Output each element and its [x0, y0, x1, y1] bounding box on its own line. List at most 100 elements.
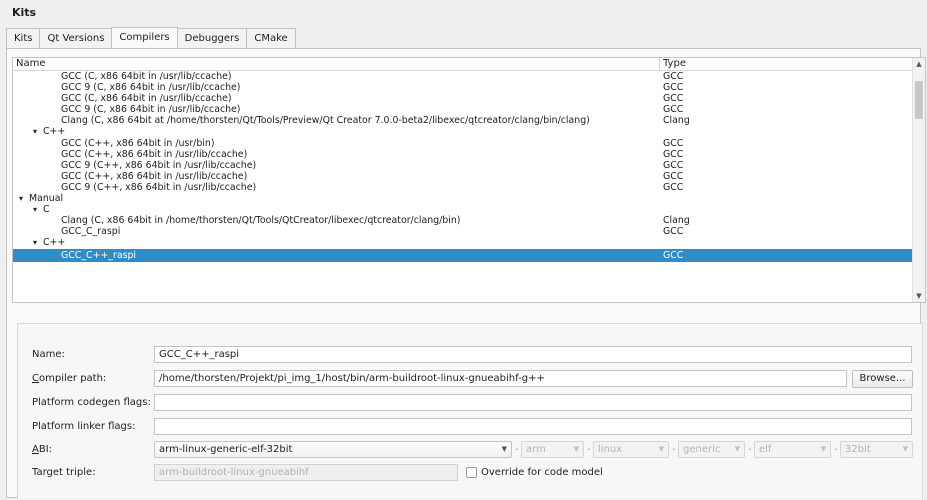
tree-row-type: GCC [663, 159, 684, 171]
tree-row-name: Manual [29, 193, 64, 205]
chevron-down-icon: ▼ [573, 445, 579, 453]
tree-row-name: GCC 9 (C++, x86 64bit in /usr/lib/ccache… [61, 181, 257, 193]
linker-flags-label: Platform linker flags: [32, 421, 136, 432]
tree-group-row[interactable]: ▾ C [13, 204, 913, 215]
tree-row-type: GCC [663, 249, 684, 261]
tree-row[interactable]: GCC (C++, x86 64bit in /usr/lib/ccache) G… [13, 149, 913, 160]
tree-row[interactable]: GCC (C++, x86 64bit in /usr/bin) GCC [13, 138, 913, 149]
tab-cmake[interactable]: CMake [246, 28, 296, 49]
abi-separator: - [587, 444, 591, 455]
tree-row[interactable]: GCC 9 (C++, x86 64bit in /usr/lib/ccache… [13, 160, 913, 171]
compiler-path-input[interactable]: /home/thorsten/Projekt/pi_img_1/host/bin… [154, 370, 847, 387]
expand-arrow-icon[interactable]: ▾ [33, 126, 37, 137]
tree-row-name: GCC_C++_raspi [61, 249, 137, 261]
tree-row[interactable]: GCC (C, x86 64bit in /usr/lib/ccache) GCC [13, 71, 913, 82]
column-separator[interactable] [659, 59, 660, 70]
expand-arrow-icon[interactable]: ▾ [19, 193, 23, 204]
tree-group-row[interactable]: ▾ C++ [13, 237, 913, 248]
tree-row-type: GCC [663, 226, 684, 238]
tree-row-name: C [43, 204, 50, 216]
tree-row-name: GCC 9 (C++, x86 64bit in /usr/lib/ccache… [61, 159, 257, 171]
column-header-type[interactable]: Type [663, 58, 686, 70]
tree-row[interactable]: GCC 9 (C, x86 64bit in /usr/lib/ccache) G… [13, 104, 913, 115]
abi-separator: - [515, 444, 519, 455]
abi-arch-select[interactable]: arm ▼ [521, 441, 584, 458]
chevron-down-icon: ▼ [734, 445, 740, 453]
tree-row-name: Clang (C, x86 64bit in /home/thorsten/Qt… [61, 215, 461, 227]
target-triple-input[interactable]: arm-buildroot-linux-gnueabihf [154, 464, 458, 481]
tree-row-type: GCC [663, 104, 684, 116]
tree-row-type: Clang [663, 115, 690, 127]
target-triple-label: Target triple: [32, 467, 96, 478]
abi-flavor-select[interactable]: generic ▼ [678, 441, 745, 458]
tree-row[interactable]: Clang (C, x86 64bit at /home/thorsten/Qt… [13, 115, 913, 126]
abi-separator: - [672, 444, 676, 455]
abi-os-select[interactable]: linux ▼ [593, 441, 669, 458]
tab-bar: Kits Qt Versions Compilers Debuggers CMa… [6, 27, 296, 49]
tree-row-type: Clang [663, 215, 690, 227]
tree-rows: GCC (C, x86 64bit in /usr/lib/ccache) GCC… [13, 71, 913, 262]
compiler-path-label: Compiler path: [32, 373, 107, 384]
tree-row-name: GCC (C++, x86 64bit in /usr/bin) [61, 137, 215, 149]
abi-select[interactable]: arm-linux-generic-elf-32bit ▼ [154, 441, 512, 458]
tree-row-name: Clang (C, x86 64bit at /home/thorsten/Qt… [61, 115, 590, 127]
abi-label: ABI: [32, 444, 53, 455]
compiler-tree[interactable]: Name Type GCC (C, x86 64bit in /usr/lib/… [12, 57, 926, 303]
tree-row-type: GCC [663, 148, 684, 160]
tree-row[interactable]: Clang (C, x86 64bit in /home/thorsten/Qt… [13, 215, 913, 226]
expand-arrow-icon[interactable]: ▾ [33, 237, 37, 248]
codegen-flags-label: Platform codegen flags: [32, 397, 151, 408]
abi-separator: - [834, 444, 838, 455]
tab-compilers[interactable]: Compilers [111, 27, 178, 49]
compiler-details-form: Name: GCC_C++_raspi Compiler path: /home… [17, 323, 923, 499]
tree-row-type: GCC [663, 93, 684, 105]
tree-row-name: C++ [43, 126, 66, 138]
tree-row[interactable]: GCC 9 (C, x86 64bit in /usr/lib/ccache) G… [13, 82, 913, 93]
compilers-pane: Name Type GCC (C, x86 64bit in /usr/lib/… [6, 48, 926, 499]
tree-row-name: GCC (C, x86 64bit in /usr/lib/ccache) [61, 71, 232, 82]
expand-arrow-icon[interactable]: ▾ [33, 204, 37, 215]
tree-row[interactable]: GCC_C++_raspi GCC [13, 248, 913, 262]
tree-row-name: GCC_C_raspi [61, 226, 121, 238]
page-title: Kits [12, 6, 37, 19]
tab-kits[interactable]: Kits [6, 28, 40, 49]
tree-row-type: GCC [663, 137, 684, 149]
scroll-up-arrow-icon[interactable]: ▲ [913, 59, 925, 69]
tree-row-name: C++ [43, 237, 66, 249]
tree-row[interactable]: GCC_C_raspi GCC [13, 226, 913, 237]
tree-row-type: GCC [663, 181, 684, 193]
vertical-scrollbar[interactable]: ▲ ▼ [912, 58, 925, 302]
tree-group-row[interactable]: ▾ C++ [13, 126, 913, 137]
splitter-handle[interactable] [12, 307, 926, 313]
tree-group-row[interactable]: ▾ Manual [13, 193, 913, 204]
tree-row-type: GCC [663, 71, 684, 82]
tree-row-name: GCC 9 (C, x86 64bit in /usr/lib/ccache) [61, 82, 241, 94]
tree-row-type: GCC [663, 170, 684, 182]
abi-format-select[interactable]: elf ▼ [754, 441, 831, 458]
chevron-down-icon: ▼ [820, 445, 826, 453]
tree-row[interactable]: GCC 9 (C++, x86 64bit in /usr/lib/ccache… [13, 182, 913, 193]
tree-header: Name Type [13, 58, 913, 71]
chevron-down-icon: ▼ [501, 445, 507, 453]
name-input[interactable]: GCC_C++_raspi [154, 346, 912, 363]
name-label: Name: [32, 349, 65, 360]
codegen-flags-input[interactable] [154, 394, 912, 411]
tree-row-type: GCC [663, 82, 684, 94]
tree-row[interactable]: GCC (C++, x86 64bit in /usr/lib/ccache) G… [13, 171, 913, 182]
scrollbar-thumb[interactable] [915, 80, 923, 119]
override-label[interactable]: Override for code model [481, 466, 603, 480]
linker-flags-input[interactable] [154, 418, 912, 435]
tree-row-name: GCC (C, x86 64bit in /usr/lib/ccache) [61, 93, 232, 105]
scroll-down-arrow-icon[interactable]: ▼ [913, 291, 925, 301]
tab-qt-versions[interactable]: Qt Versions [39, 28, 112, 49]
override-checkbox[interactable] [466, 467, 477, 478]
tree-row-name: GCC 9 (C, x86 64bit in /usr/lib/ccache) [61, 104, 241, 116]
tab-debuggers[interactable]: Debuggers [177, 28, 247, 49]
abi-width-select[interactable]: 32bit ▼ [840, 441, 913, 458]
chevron-down-icon: ▼ [902, 445, 908, 453]
abi-separator: - [748, 444, 752, 455]
browse-button[interactable]: Browse... [852, 370, 913, 388]
tree-row[interactable]: GCC (C, x86 64bit in /usr/lib/ccache) GCC [13, 93, 913, 104]
tree-row-name: GCC (C++, x86 64bit in /usr/lib/ccache) [61, 148, 248, 160]
column-header-name[interactable]: Name [16, 58, 46, 70]
